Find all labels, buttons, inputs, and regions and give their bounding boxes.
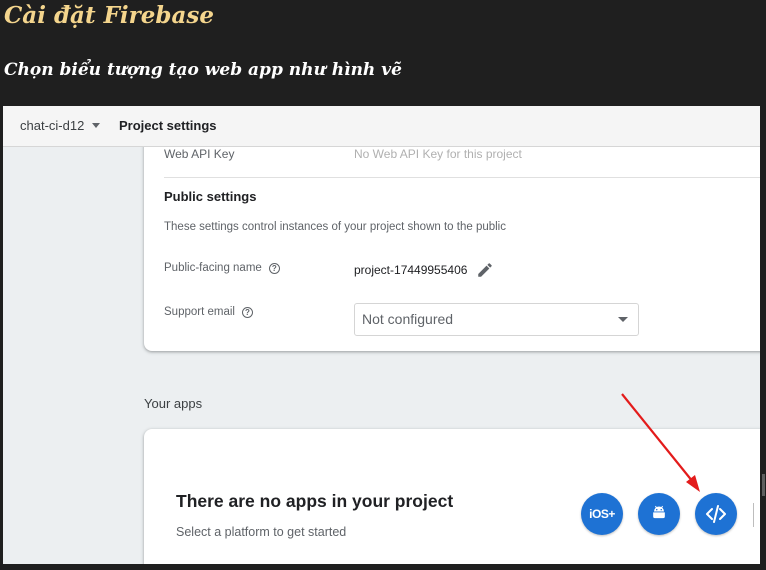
help-icon[interactable]: ?	[268, 262, 280, 274]
support-email-value: Not configured	[362, 311, 454, 327]
add-web-app-button[interactable]	[695, 493, 737, 535]
public-settings-title: Public settings	[164, 189, 257, 204]
caret-down-icon	[92, 123, 101, 128]
add-android-app-button[interactable]	[638, 493, 680, 535]
divider	[753, 503, 754, 527]
your-apps-heading: Your apps	[144, 396, 203, 411]
web-code-icon	[706, 505, 726, 523]
settings-card: Web API Key No Web API Key for this proj…	[144, 114, 760, 351]
slide-subtitle: Chọn biểu tượng tạo web app như hình vẽ	[4, 60, 402, 80]
public-name-value: project-17449955406	[354, 261, 494, 279]
apps-card: There are no apps in your project Select…	[144, 429, 760, 564]
public-name-label-text: Public-facing name	[164, 262, 262, 274]
public-name-text: project-17449955406	[354, 263, 468, 277]
web-api-key-label: Web API Key	[164, 147, 235, 161]
console-topbar: chat-ci-d12 Project settings	[3, 106, 760, 147]
project-name: chat-ci-d12	[20, 118, 85, 133]
project-selector[interactable]: chat-ci-d12	[20, 118, 101, 133]
public-name-label: Public-facing name ?	[164, 262, 280, 274]
support-email-label-text: Support email	[164, 306, 235, 318]
ios-icon: iOS+	[589, 507, 615, 521]
no-apps-title: There are no apps in your project	[176, 491, 454, 511]
page-title: Project settings	[119, 118, 217, 133]
scrollbar-edge	[762, 474, 765, 496]
public-settings-description: These settings control instances of your…	[164, 221, 506, 233]
support-email-select[interactable]: Not configured	[354, 303, 639, 336]
android-icon	[653, 505, 665, 519]
add-ios-app-button[interactable]: iOS+	[581, 493, 623, 535]
help-icon[interactable]: ?	[241, 306, 253, 318]
web-api-key-value: No Web API Key for this project	[354, 147, 522, 161]
support-email-label: Support email ?	[164, 306, 253, 318]
firebase-console-screenshot: chat-ci-d12 Project settings Web API Key…	[3, 106, 760, 564]
dropdown-arrow-icon	[618, 317, 628, 322]
no-apps-subtitle: Select a platform to get started	[176, 525, 347, 539]
edit-pencil-icon[interactable]	[476, 261, 494, 279]
slide-title: Cài đặt Firebase	[4, 2, 214, 29]
